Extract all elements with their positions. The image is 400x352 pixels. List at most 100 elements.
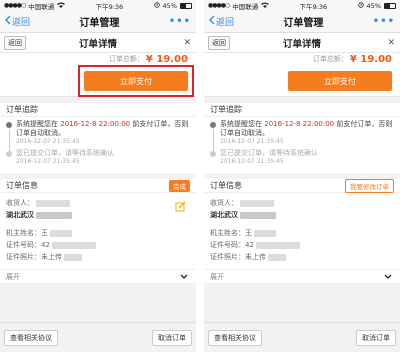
nav-bar: 返回 订单管理 ••• [204,11,400,33]
alarm-icon [153,1,160,10]
order-tracking-section: 订单追踪 系统提醒您在 2016-12-8 22:00:00 前支付订单，否则订… [204,103,400,173]
id-value: 42 [245,241,254,249]
order-info-section: 订单信息 完成 收货人： 湖北武汉 机主姓名：王 证件号码： 42 证件照片： 未上… [0,179,196,283]
order-info-section: 订单信息 我要修改订单 收货人： 湖北武汉 机主姓名：王 证件号码： 42 证件照… [204,178,400,283]
receiver-row: 收货人： [6,197,190,209]
chevron-down-icon [180,273,188,281]
expand-label: 展开 [6,272,20,281]
photo-row: 证件照片： 未上传 [6,251,190,263]
order-total: 订单总额： ¥ 19.00 [204,53,400,65]
timeline-dot-icon [6,122,12,128]
nav-title: 订单管理 [79,18,120,29]
owner-value: 王 [41,229,48,237]
nav-back-label: 返回 [12,18,31,28]
owner-row: 机主姓名：王 [210,227,394,239]
redacted-value [36,199,70,207]
receiver-row: 收货人： [210,197,394,209]
nav-bar: 返回 订单管理 ••• [0,11,196,33]
subheader-back-button[interactable]: 返回 [4,35,26,50]
edit-icon[interactable] [175,201,186,214]
close-icon[interactable]: ✕ [183,38,191,48]
id-label: 证件号码： [210,241,245,249]
id-value: 42 [41,241,50,249]
carrier-label: 中国联通 [232,2,259,11]
modify-order-button[interactable]: 我要修改订单 [345,178,394,193]
expand-row[interactable]: 展开 [0,269,196,283]
signal-icon: ●●●●○ [208,2,230,9]
tracking-event: 系统提醒您在 2016-12-8 22:00:00 前支付订单，否则订单自动取消… [6,120,190,146]
view-agreement-button[interactable]: 查看相关协议 [4,329,58,346]
wifi-icon [57,2,66,10]
redacted-value [255,241,300,249]
close-icon[interactable]: ✕ [387,38,395,48]
order-info-heading: 订单信息 [6,181,38,190]
status-bar: ●●●●○ 中国联通 下午9:36 45% [0,0,196,11]
battery-percent: 45% [162,1,177,10]
carrier-label: 中国联通 [28,2,55,11]
event-deadline: 2016-12-8 22:00:00 [264,120,335,128]
order-total-amount: ¥ 19.00 [145,53,188,65]
nav-title: 订单管理 [283,18,324,29]
redacted-value [64,253,82,261]
tracking-event-text: 系统提醒您在 2016-12-8 22:00:00 前支付订单，否则订单自动取消… [220,120,394,138]
pay-area: 立即支付 [0,65,196,97]
footer-bar: 查看相关协议 取消订单 [204,322,400,352]
tracking-event: 系统提醒您在 2016-12-8 22:00:00 前支付订单，否则订单自动取消… [210,120,394,146]
time-label: 下午9:36 [95,2,124,11]
event-deadline: 2016-12-8 22:00:00 [60,120,131,128]
address-row: 湖北武汉 [210,209,394,221]
subheader-back-button[interactable]: 返回 [208,35,230,50]
photo-value: 未上传 [245,253,266,261]
cancel-order-button[interactable]: 取消订单 [152,329,192,346]
pay-now-button[interactable]: 立即支付 [288,71,392,91]
tracking-event: 您已提交订单，请等待系统确认 2016-12-07 21:35:45 [6,149,190,166]
tracking-heading: 订单追踪 [6,105,38,114]
timeline-dot-icon [210,151,216,157]
chevron-left-icon [209,15,215,28]
tracking-event-text: 您已提交订单，请等待系统确认 [220,149,318,157]
address-prefix: 湖北武汉 [210,211,238,219]
owner-label: 机主姓名： [6,229,41,237]
nav-back-button[interactable]: 返回 [209,15,234,28]
cancel-order-button[interactable]: 取消订单 [356,329,396,346]
highlight-box [78,65,194,97]
tracking-event-text: 系统提醒您在 2016-12-8 22:00:00 前支付订单，否则订单自动取消… [16,120,190,138]
id-label: 证件号码： [6,241,41,249]
battery-icon [180,2,192,9]
nav-back-button[interactable]: 返回 [5,15,30,28]
complete-badge[interactable]: 完成 [169,179,190,192]
id-row: 证件号码： 42 [210,239,394,251]
tracking-event-date: 2016-12-07 21:35:45 [220,138,284,145]
page-title: 订单详情 [282,38,321,50]
address-prefix: 湖北武汉 [6,211,34,219]
id-row: 证件号码： 42 [6,239,190,251]
more-icon[interactable]: ••• [373,16,395,27]
time-label: 下午9:36 [299,2,328,11]
event-text-pre: 系统提醒您在 [16,120,58,128]
status-bar: ●●●●○ 中国联通 下午9:36 45% [204,0,400,11]
order-total: 订单总额： ¥ 19.00 [0,53,196,65]
order-info-heading: 订单信息 [210,181,242,190]
wifi-icon [261,2,270,10]
receiver-label: 收货人： [6,199,34,207]
address-row: 湖北武汉 [6,209,190,221]
expand-row[interactable]: 展开 [204,269,400,283]
photo-row: 证件照片： 未上传 [210,251,394,263]
timeline-dot-icon [210,122,216,128]
signal-icon: ●●●●○ [4,2,26,9]
battery-fill [181,3,186,8]
photo-label: 证件照片： [210,253,245,261]
tracking-heading: 订单追踪 [210,105,242,114]
view-agreement-button[interactable]: 查看相关协议 [208,329,262,346]
phone-screen-right: ●●●●○ 中国联通 下午9:36 45% 返回 订单管理 ••• 返回 订单详… [204,0,400,352]
tracking-event: 您已提交订单，请等待系统确认 2016-12-07 21:35:45 [210,149,394,166]
tracking-heading-row: 订单追踪 [204,103,400,117]
order-info-body: 收货人： 湖北武汉 机主姓名：王 证件号码： 42 证件照片： 未上传 [204,193,400,267]
tracking-event-date: 2016-12-07 21:35:45 [220,158,284,165]
more-icon[interactable]: ••• [169,16,191,27]
order-info-body: 收货人： 湖北武汉 机主姓名：王 证件号码： 42 证件照片： 未上传 [0,193,196,267]
battery-icon [384,2,396,9]
order-total-label: 订单总额： [312,55,348,63]
owner-value: 王 [245,229,252,237]
redacted-value [50,229,72,237]
